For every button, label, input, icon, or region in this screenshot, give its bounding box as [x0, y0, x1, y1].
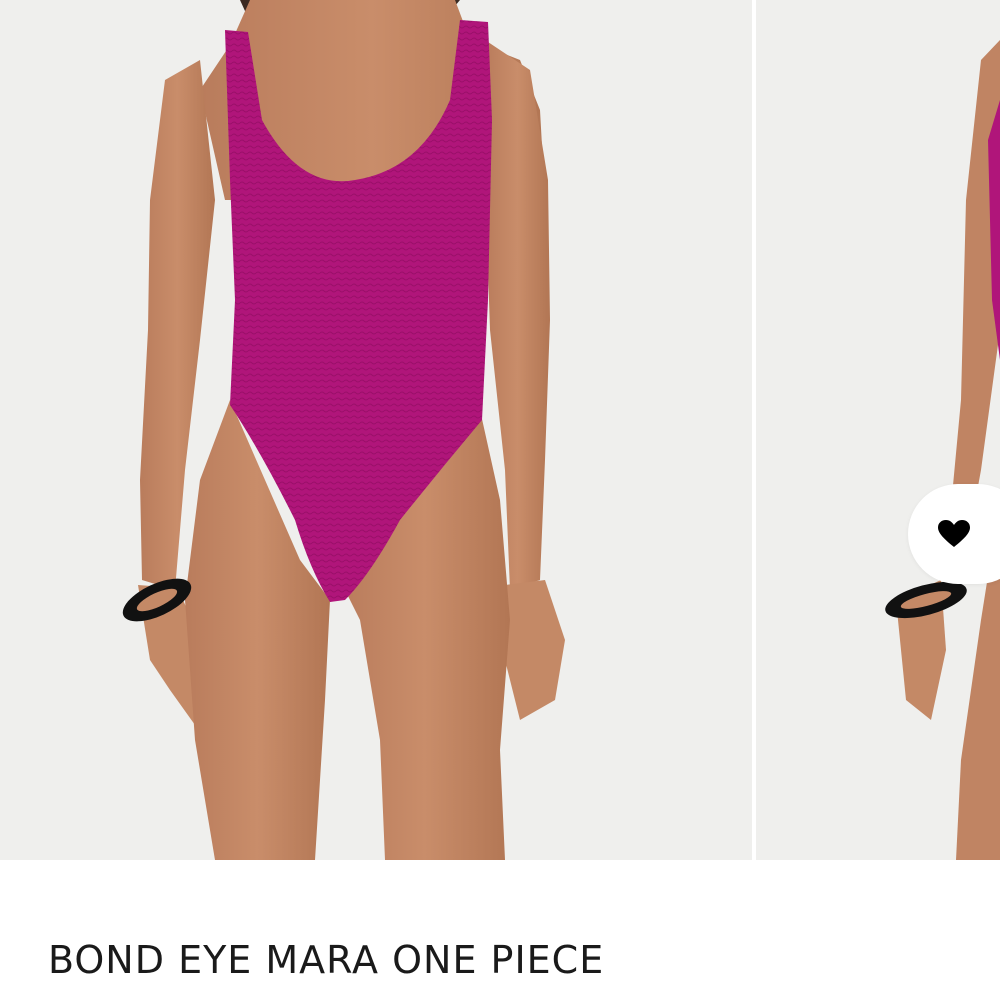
product-image-next[interactable]	[756, 0, 1000, 860]
product-photo-illustration-next	[756, 0, 1000, 860]
product-title: BOND EYE MARA ONE PIECE	[48, 938, 605, 982]
product-photo-illustration	[0, 0, 752, 860]
wishlist-button[interactable]	[908, 484, 1000, 584]
product-image-gallery[interactable]	[0, 0, 1000, 860]
product-image-main[interactable]	[0, 0, 752, 860]
heart-icon	[938, 520, 970, 547]
product-page: BOND EYE MARA ONE PIECE	[0, 0, 1000, 1000]
